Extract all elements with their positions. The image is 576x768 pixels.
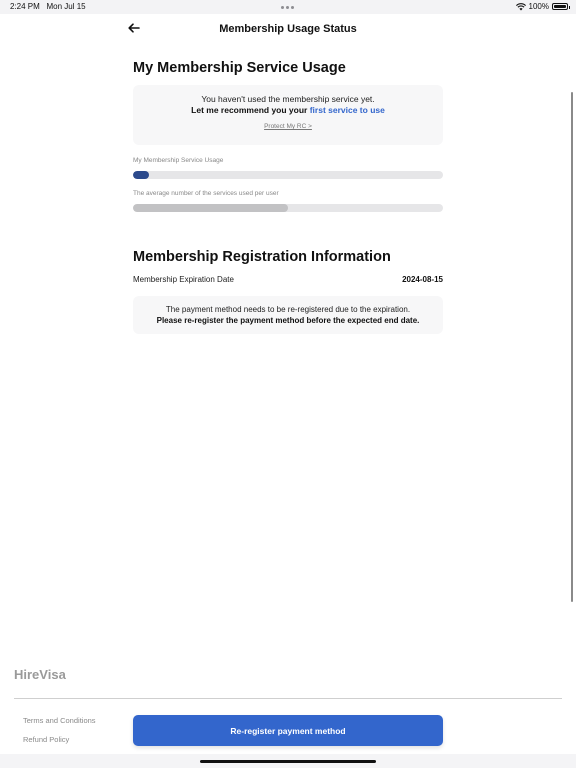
usage-empty-message: You haven't used the membership service … <box>201 94 375 104</box>
page-title: Membership Usage Status <box>219 23 357 35</box>
expiration-date-value: 2024-08-15 <box>402 275 443 284</box>
usage-info-card: You haven't used the membership service … <box>133 85 443 145</box>
status-bar: 2:24 PM Mon Jul 15 100% <box>0 0 576 14</box>
expiration-row: Membership Expiration Date 2024-08-15 <box>133 275 443 287</box>
registration-section-title: Membership Registration Information <box>133 249 391 265</box>
my-usage-bar <box>133 171 443 179</box>
average-usage-bar-label: The average number of the services used … <box>133 190 279 197</box>
my-usage-bar-fill <box>133 171 149 179</box>
average-usage-bar-fill <box>133 204 288 212</box>
brand-logo-text: HireVisa <box>14 667 66 682</box>
usage-section-title: My Membership Service Usage <box>133 60 346 76</box>
re-register-payment-button[interactable]: Re-register payment method <box>133 715 443 746</box>
battery-percent: 100% <box>528 2 549 11</box>
status-indicators: 100% <box>515 2 570 11</box>
average-usage-bar <box>133 204 443 212</box>
status-time-date: 2:24 PM Mon Jul 15 <box>10 2 86 11</box>
wifi-icon <box>515 2 526 10</box>
footer-divider <box>14 698 562 699</box>
first-service-link[interactable]: first service to use <box>310 105 385 115</box>
my-usage-bar-label: My Membership Service Usage <box>133 157 224 164</box>
expiration-label: Membership Expiration Date <box>133 275 234 284</box>
multitasking-dots-icon[interactable] <box>281 6 294 9</box>
notice-message: The payment method needs to be re-regist… <box>165 305 411 314</box>
refund-policy-link[interactable]: Refund Policy <box>23 735 69 744</box>
payment-notice-card: The payment method needs to be re-regist… <box>133 296 443 334</box>
top-nav-bar: Membership Usage Status <box>0 14 576 46</box>
protect-my-rc-link[interactable]: Protect My RC > <box>133 123 443 130</box>
home-indicator[interactable] <box>200 760 376 763</box>
recommend-message: Let me recommend you your first service … <box>191 105 385 115</box>
scrollbar[interactable] <box>571 92 573 602</box>
battery-icon <box>552 3 570 10</box>
notice-instruction: Please re-register the payment method be… <box>156 316 420 325</box>
terms-and-conditions-link[interactable]: Terms and Conditions <box>23 716 96 725</box>
